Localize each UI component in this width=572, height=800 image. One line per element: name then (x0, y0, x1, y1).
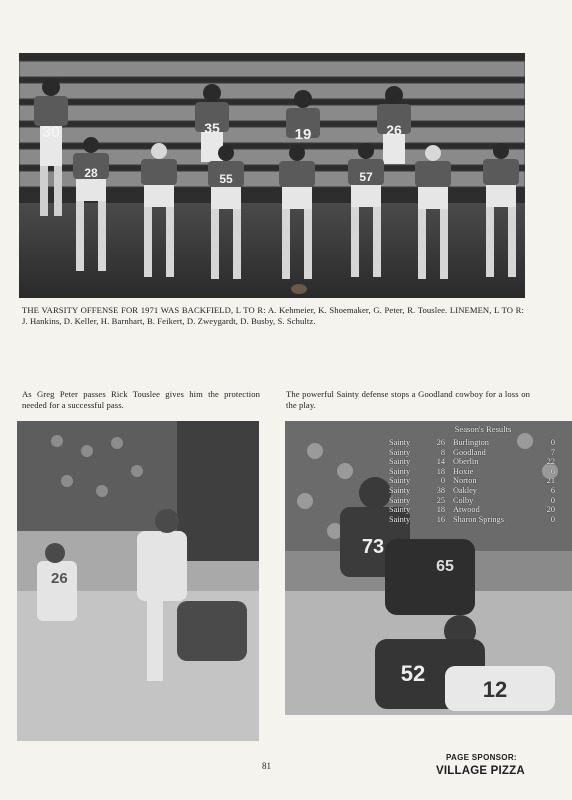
opponent-name: Goodland (453, 447, 486, 457)
opponent-name: Hoxie (453, 466, 474, 476)
pass-photo-caption: As Greg Peter passes Rick Touslee gives … (22, 389, 260, 410)
jersey-number: 73 (362, 536, 384, 558)
team-score: 16 (436, 514, 445, 524)
jersey-number: 12 (483, 677, 507, 702)
team-score: 26 (436, 438, 445, 447)
team-name: Sainty (389, 457, 411, 467)
team-photo-caption: THE VARSITY OFFENSE FOR 1971 WAS BACKFIE… (22, 305, 524, 326)
opponent-name: Oberlin (453, 457, 479, 467)
jersey-number: 26 (386, 122, 402, 138)
sponsor-name: VILLAGE PIZZA (436, 765, 525, 777)
opponent-name: Colby (453, 495, 474, 505)
team-score: 18 (436, 466, 445, 476)
opponent-score: 6 (550, 466, 555, 476)
jersey-number: 65 (436, 558, 454, 575)
team-score: 14 (436, 457, 445, 467)
page-number: 81 (262, 761, 271, 771)
team-photo: 30 35 19 26 28 55 57 (19, 53, 525, 298)
jersey-number: 28 (84, 166, 98, 180)
opponent-score: 7 (550, 447, 555, 457)
team-score: 25 (436, 495, 445, 505)
season-results-title: Season's Results (454, 424, 512, 434)
opponent-score: 0 (550, 514, 555, 524)
team-name: Sainty (389, 495, 411, 505)
results-row: Sainty 38 Oakley 6 (389, 486, 555, 496)
jersey-number: 57 (359, 170, 373, 184)
results-row: Sainty 0 Norton 21 (389, 476, 555, 486)
opponent-score: 6 (550, 485, 555, 495)
team-name: Sainty (389, 476, 411, 486)
opponent-score: 0 (550, 438, 555, 447)
team-score: 18 (436, 505, 445, 515)
opponent-name: Oakley (453, 485, 477, 495)
opponent-score: 21 (546, 476, 555, 486)
team-name: Sainty (389, 485, 411, 495)
jersey-number: 35 (204, 120, 220, 136)
opponent-name: Burlington (453, 438, 489, 447)
team-score: 0 (440, 476, 445, 486)
results-row: Sainty 18 Atwood 20 (389, 505, 555, 515)
team-name: Sainty (389, 447, 411, 457)
opponent-score: 20 (546, 505, 555, 515)
team-name: Sainty (389, 514, 411, 524)
results-row: Sainty 26 Burlington 0 (389, 438, 555, 448)
opponent-name: Sharon Springs (453, 514, 504, 524)
team-name: Sainty (389, 466, 411, 476)
jersey-number: 52 (401, 661, 425, 686)
results-row: Sainty 14 Oberlin 22 (389, 457, 555, 467)
jersey-number: 19 (295, 126, 312, 143)
defense-photo-caption: The powerful Sainty defense stops a Good… (286, 389, 530, 410)
opponent-score: 0 (550, 495, 555, 505)
jersey-number: 26 (51, 570, 68, 587)
pass-photo: 26 (17, 421, 259, 741)
opponent-name: Atwood (453, 505, 480, 515)
team-name: Sainty (389, 505, 411, 515)
results-row: Sainty 16 Sharon Springs 0 (389, 515, 555, 525)
jersey-number: 55 (219, 172, 233, 186)
team-score: 38 (436, 485, 445, 495)
results-row: Sainty 25 Colby 0 (389, 496, 555, 506)
jersey-number: 30 (42, 124, 60, 141)
results-row: Sainty 8 Goodland 7 (389, 448, 555, 458)
opponent-name: Norton (453, 476, 477, 486)
results-row: Sainty 18 Hoxie 6 (389, 467, 555, 477)
sponsor-label: PAGE SPONSOR: (446, 753, 517, 762)
team-score: 8 (440, 447, 445, 457)
team-name: Sainty (389, 438, 411, 447)
season-results: Season's Results Sainty 26 Burlington 0 … (389, 424, 555, 524)
opponent-score: 22 (546, 457, 555, 467)
